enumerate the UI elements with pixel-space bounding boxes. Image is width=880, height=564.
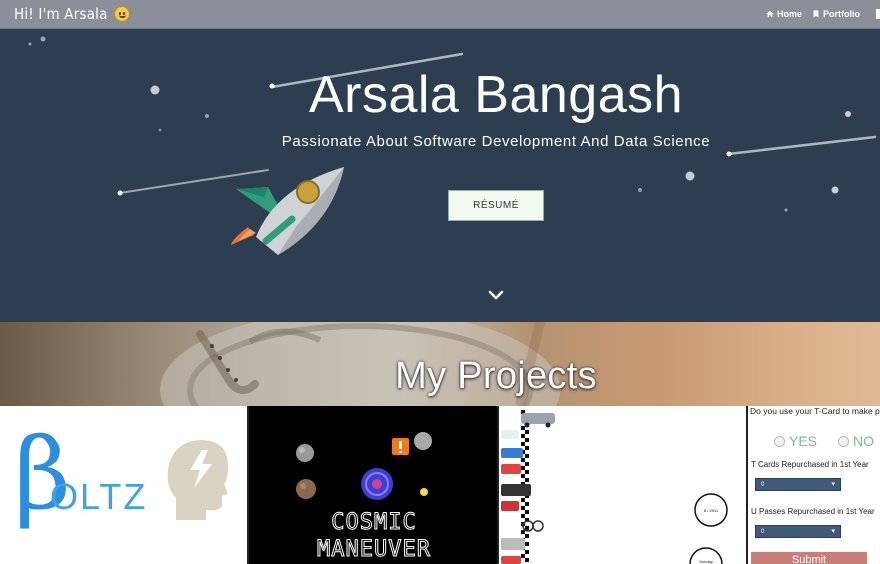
survey-yes-option[interactable]: YES — [774, 433, 817, 449]
no-label: NO — [853, 433, 874, 449]
brand[interactable]: Hi! I'm Arsala — [14, 5, 130, 23]
nav-links: Home Portfolio — [766, 9, 880, 19]
nav-link-home[interactable]: Home — [766, 9, 802, 19]
survey-no-option[interactable]: NO — [838, 433, 874, 449]
cosmic-title-line1: COSMIC — [331, 510, 417, 536]
clock-label-1: 8 / 2011 — [704, 508, 719, 513]
project-tile-tcard-survey[interactable]: Do you use your T-Card to make pur YES N… — [746, 406, 880, 564]
upasses-repurchased-select[interactable]: 0 — [755, 525, 841, 538]
hero-section: Arsala Bangash Passionate About Software… — [0, 29, 880, 322]
tcards-repurchased-select[interactable]: 0 — [755, 478, 841, 491]
yes-radio[interactable] — [774, 435, 785, 447]
project-tiles: β OLTZ COSMIC MANEUVER 8 / 2011 Sunday D… — [0, 406, 880, 564]
nav-link-portfolio-label: Portfolio — [823, 9, 860, 19]
hero-subtitle: Passionate About Software Development An… — [281, 133, 711, 150]
brain-lightning-icon — [167, 440, 228, 520]
projects-banner: My Projects — [0, 322, 880, 406]
home-icon — [766, 10, 774, 18]
bookmark-icon — [813, 10, 819, 18]
survey-submit-button[interactable]: Submit — [751, 552, 867, 564]
traffic-simulation-image: 8 / 2011 Sunday — [501, 408, 728, 564]
chevron-down-icon[interactable] — [488, 289, 504, 301]
navbar: Hi! I'm Arsala Home Portfolio — [0, 0, 880, 29]
nav-link-portfolio[interactable]: Portfolio — [812, 9, 860, 19]
nav-overflow-marker — [876, 9, 880, 19]
project-tile-cosmic-maneuver[interactable]: COSMIC MANEUVER — [247, 406, 497, 564]
yes-label: YES — [789, 433, 818, 449]
hero-title: Arsala Bangash — [308, 66, 684, 124]
boltz-logo-text: OLTZ — [50, 476, 148, 517]
brand-text: Hi! I'm Arsala — [14, 5, 108, 23]
smiley-emoji-icon — [113, 6, 130, 22]
tcards-repurchased-label: T Cards Repurchased in 1st Year — [751, 460, 869, 469]
project-tile-traffic-simulation[interactable]: 8 / 2011 Sunday — [497, 406, 746, 564]
survey-question: Do you use your T-Card to make pur — [750, 406, 880, 416]
rocket-icon — [231, 167, 344, 255]
upasses-repurchased-label: U Passes Repurchased in 1st Year — [751, 507, 875, 516]
projects-title: My Projects — [395, 355, 597, 397]
no-radio[interactable] — [838, 435, 849, 447]
nav-link-home-label: Home — [776, 9, 802, 19]
resume-button[interactable]: RÉSUMÉ — [448, 190, 544, 221]
cosmic-title-line2: MANEUVER — [317, 537, 431, 563]
project-tile-boltz[interactable]: β OLTZ — [0, 406, 247, 564]
clock-label-2: Sunday — [699, 559, 713, 564]
